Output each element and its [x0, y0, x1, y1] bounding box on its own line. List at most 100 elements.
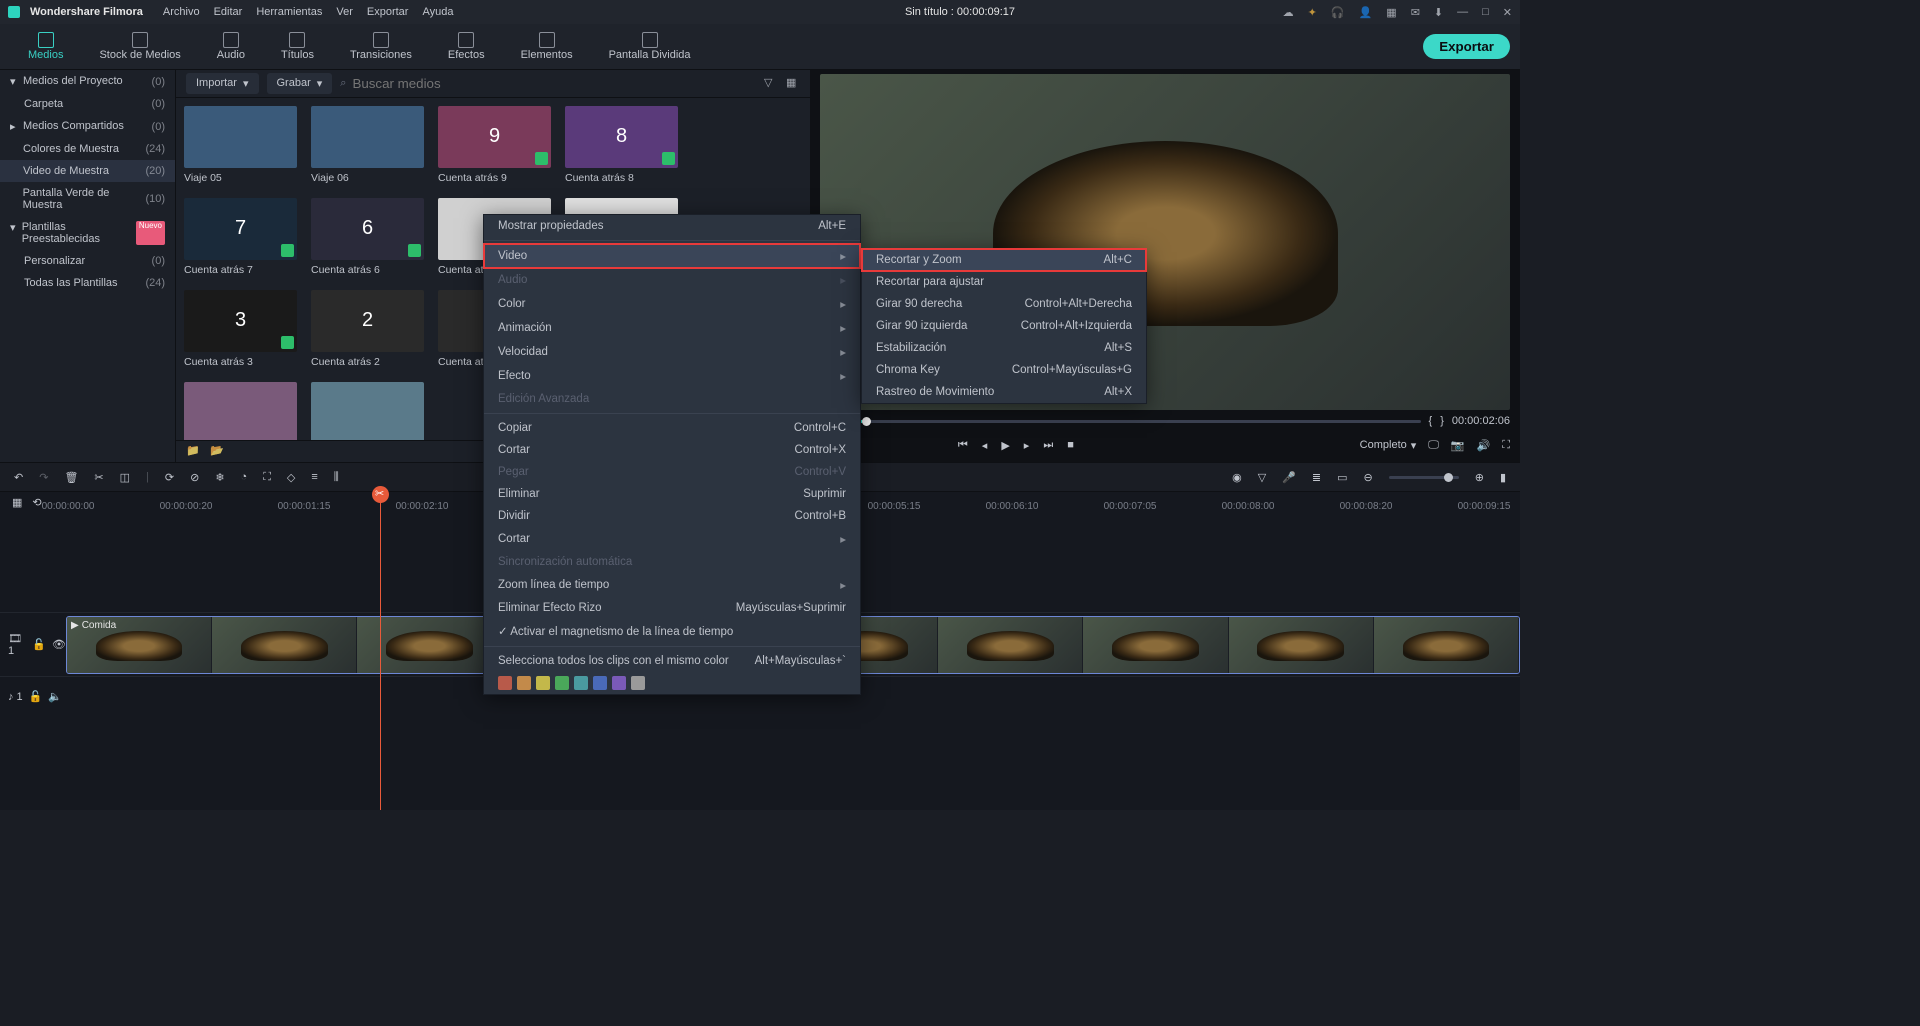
panel-toggle-icon[interactable]: ▮ [1500, 471, 1506, 484]
step-fwd-icon[interactable]: ▸ [1024, 439, 1030, 452]
menu-file[interactable]: Archivo [163, 6, 200, 18]
cloud-icon[interactable]: ☁ [1283, 6, 1294, 19]
media-thumb[interactable]: Viaje 05 [184, 106, 297, 184]
context-item[interactable]: CopiarControl+C [484, 417, 860, 439]
context-item[interactable]: Selecciona todos los clips con el mismo … [484, 650, 860, 672]
folder-icon[interactable]: 📁 [186, 444, 200, 458]
color-swatch[interactable] [574, 676, 588, 690]
context-item[interactable]: Zoom línea de tiempo▸ [484, 573, 860, 597]
media-thumb[interactable]: 7Cuenta atrás 7 [184, 198, 297, 276]
lock-icon[interactable]: 🔓 [32, 638, 46, 651]
voiceover-icon[interactable]: 🎤 [1282, 471, 1296, 484]
context-item[interactable]: Rastreo de MovimientoAlt+X [862, 381, 1146, 403]
go-end-icon[interactable]: ⏭ [1043, 439, 1053, 452]
zoom-slider[interactable] [1389, 476, 1459, 479]
tab-elements[interactable]: Elementos [503, 28, 591, 65]
sidebar-item[interactable]: Todas las Plantillas(24) [0, 272, 175, 294]
tab-splitscreen[interactable]: Pantalla Dividida [591, 28, 709, 65]
adjust-icon[interactable]: ≡ [311, 471, 317, 483]
quality-dropdown[interactable]: Completo▾ [1360, 439, 1417, 452]
context-item[interactable]: Velocidad▸ [484, 340, 860, 364]
zoom-out-icon[interactable]: ⊖ [1364, 471, 1373, 484]
sidebar-item[interactable]: Video de Muestra(20) [0, 160, 175, 182]
step-back-icon[interactable]: ◂ [982, 439, 988, 452]
reverse-icon[interactable]: ⊘ [190, 471, 199, 484]
visibility-icon[interactable]: 👁 [52, 638, 66, 651]
play-icon[interactable]: ▶ [1001, 439, 1009, 452]
filter-icon[interactable]: ▽ [764, 76, 778, 90]
go-start-icon[interactable]: ⏮ [958, 439, 968, 452]
menu-tools[interactable]: Herramientas [256, 6, 322, 18]
menu-view[interactable]: Ver [336, 6, 353, 18]
sidebar-item[interactable]: ▾Medios del Proyecto(0) [0, 70, 175, 93]
media-thumb[interactable]: Flor de Cerezo [184, 382, 297, 440]
speed-icon[interactable]: ⟳ [165, 471, 174, 484]
duration-icon[interactable]: ◔ [241, 471, 248, 483]
tab-audio[interactable]: Audio [199, 28, 263, 65]
list-icon[interactable]: ≣ [1312, 471, 1321, 484]
headset-icon[interactable]: 🎧 [1331, 6, 1345, 19]
document-icon[interactable]: ▦ [1386, 6, 1396, 19]
monitor-icon[interactable]: 🖵 [1428, 439, 1439, 452]
tab-transitions[interactable]: Transiciones [332, 28, 430, 65]
context-item[interactable]: Girar 90 izquierdaControl+Alt+Izquierda [862, 315, 1146, 337]
context-item[interactable]: DividirControl+B [484, 505, 860, 527]
link-icon[interactable]: ⟲ [32, 496, 41, 509]
sidebar-item[interactable]: Pantalla Verde de Muestra(10) [0, 182, 175, 216]
color-swatch[interactable] [612, 676, 626, 690]
volume-icon[interactable]: 🔊 [1477, 439, 1491, 452]
tab-stock[interactable]: Stock de Medios [81, 28, 198, 65]
marker-icon[interactable]: ▽ [1258, 471, 1266, 484]
minimize-button[interactable]: — [1457, 6, 1468, 18]
search-input[interactable]: ⌕ [340, 76, 756, 91]
context-item[interactable]: EliminarSuprimir [484, 483, 860, 505]
context-item[interactable]: Mostrar propiedadesAlt+E [484, 215, 860, 237]
mail-icon[interactable]: ✉ [1411, 6, 1420, 19]
image-icon[interactable]: ▭ [1337, 471, 1347, 484]
media-thumb[interactable]: 6Cuenta atrás 6 [311, 198, 424, 276]
context-item[interactable]: Animación▸ [484, 316, 860, 340]
media-thumb[interactable]: 2Cuenta atrás 2 [311, 290, 424, 368]
context-item[interactable]: Eliminar Efecto RizoMayúsculas+Suprimir [484, 597, 860, 619]
maximize-button[interactable]: □ [1482, 6, 1489, 18]
lock-icon[interactable]: 🔓 [29, 690, 43, 703]
menu-help[interactable]: Ayuda [422, 6, 453, 18]
sidebar-item[interactable]: Carpeta(0) [0, 93, 175, 115]
media-thumb[interactable]: Islas [311, 382, 424, 440]
color-swatch[interactable] [517, 676, 531, 690]
tab-media[interactable]: Medios [10, 28, 81, 65]
download-icon[interactable]: ⬇ [1434, 6, 1443, 19]
playhead[interactable] [380, 492, 381, 810]
color-swatch[interactable] [593, 676, 607, 690]
export-button[interactable]: Exportar [1423, 34, 1510, 59]
crop-icon[interactable]: ◫ [120, 471, 130, 484]
snapshot-icon[interactable]: 📷 [1451, 439, 1465, 452]
mute-icon[interactable]: 🔈 [48, 690, 62, 703]
color-swatch[interactable] [631, 676, 645, 690]
grid-view-icon[interactable]: ▦ [786, 76, 800, 90]
keyframe-icon[interactable]: ◇ [287, 471, 295, 484]
redo-icon[interactable]: ↷ [39, 471, 48, 484]
bulb-icon[interactable]: ✦ [1308, 6, 1317, 19]
mark-in-bracket[interactable]: { [1429, 415, 1433, 427]
tab-titles[interactable]: Títulos [263, 28, 332, 65]
context-item[interactable]: Recortar para ajustar [862, 271, 1146, 293]
context-item[interactable]: CortarControl+X [484, 439, 860, 461]
context-item[interactable]: Girar 90 derechaControl+Alt+Derecha [862, 293, 1146, 315]
media-thumb[interactable]: Viaje 06 [311, 106, 424, 184]
mark-out-bracket[interactable]: } [1440, 415, 1444, 427]
menu-edit[interactable]: Editar [214, 6, 243, 18]
close-button[interactable]: ✕ [1503, 6, 1512, 19]
context-item[interactable]: ✓ Activar el magnetismo de la línea de t… [484, 619, 860, 643]
mixer-icon[interactable]: ◉ [1232, 471, 1242, 484]
fit-icon[interactable]: ⛶ [263, 471, 271, 484]
color-swatch[interactable] [536, 676, 550, 690]
sidebar-item[interactable]: ▾Plantillas PreestablecidasNuevo [0, 216, 175, 250]
undo-icon[interactable]: ↶ [14, 471, 23, 484]
sidebar-item[interactable]: Personalizar(0) [0, 250, 175, 272]
import-dropdown[interactable]: Importar▾ [186, 73, 259, 94]
record-dropdown[interactable]: Grabar▾ [267, 73, 333, 94]
zoom-in-icon[interactable]: ⊕ [1475, 471, 1484, 484]
freeze-icon[interactable]: ❄ [215, 471, 224, 484]
fullscreen-icon[interactable]: ⛶ [1502, 439, 1510, 452]
